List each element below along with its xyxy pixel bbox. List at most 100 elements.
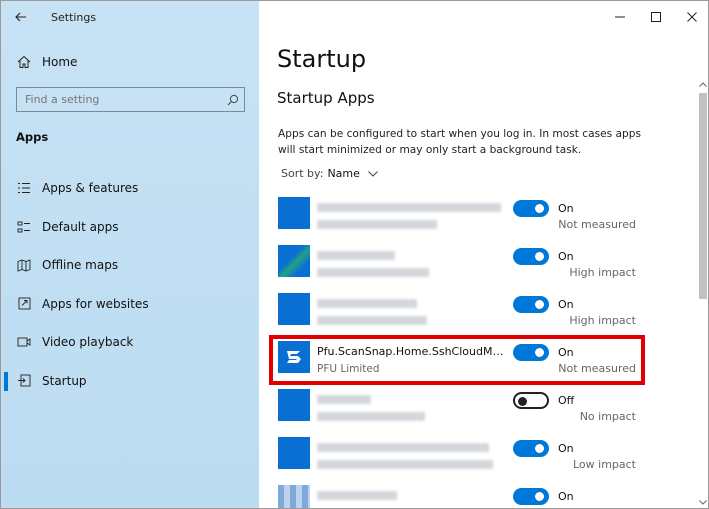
section-title: Startup Apps xyxy=(277,89,375,107)
app-icon xyxy=(278,485,310,508)
window-title: Settings xyxy=(51,10,97,24)
video-icon xyxy=(16,334,32,350)
close-button[interactable] xyxy=(674,1,708,33)
list-item-scansnap: Pfu.ScanSnap.Home.SshCloudMonit... PFU L… xyxy=(259,329,689,377)
sidebar-item-label: Apps for websites xyxy=(42,296,149,311)
sidebar: Settings Home Apps Apps & features xyxy=(1,1,259,508)
window-controls xyxy=(602,1,708,33)
blurred-app-name xyxy=(317,299,417,308)
impact-label: High impact xyxy=(569,314,636,327)
search-box[interactable] xyxy=(16,87,245,112)
toggle-state-label: On xyxy=(558,490,574,503)
blurred-app-name xyxy=(317,395,371,404)
home-icon xyxy=(16,54,32,70)
sidebar-item-label: Apps & features xyxy=(42,181,139,196)
blurred-app-name xyxy=(317,203,501,212)
app-icon xyxy=(278,293,310,325)
list-item: On xyxy=(259,473,689,508)
nav-home-label: Home xyxy=(42,55,78,69)
startup-icon xyxy=(16,373,32,389)
list-icon xyxy=(16,180,32,196)
impact-label: Low impact xyxy=(572,458,636,471)
startup-toggle[interactable] xyxy=(513,200,549,217)
maximize-button[interactable] xyxy=(638,1,674,33)
list-item: On Low impact xyxy=(259,425,689,473)
sidebar-item-label: Video playback xyxy=(42,335,134,350)
impact-label: No impact xyxy=(579,410,636,423)
description-text: Apps can be configured to start when you… xyxy=(278,128,641,156)
toggle-state-label: On xyxy=(558,298,574,311)
back-button[interactable] xyxy=(1,1,41,33)
blurred-app-name xyxy=(317,491,397,500)
scansnap-app-icon xyxy=(278,341,310,373)
blurred-publisher xyxy=(317,460,493,469)
section-heading-apps: Apps xyxy=(16,130,49,144)
scroll-down-button[interactable] xyxy=(696,495,708,508)
blurred-publisher xyxy=(317,316,427,325)
minimize-button[interactable] xyxy=(602,1,638,33)
toggle-state-label: On xyxy=(558,202,574,215)
blurred-app-name xyxy=(317,443,489,452)
search-icon[interactable] xyxy=(222,89,244,111)
toggle-state-label: Off xyxy=(558,394,575,407)
close-icon xyxy=(687,12,697,22)
app-publisher: PFU Limited xyxy=(317,363,380,375)
app-icon xyxy=(278,197,310,229)
sidebar-item-label: Default apps xyxy=(42,219,119,234)
startup-toggle[interactable] xyxy=(513,440,549,457)
startup-toggle[interactable] xyxy=(513,488,549,505)
sidebar-item-apps-features[interactable]: Apps & features xyxy=(1,169,259,208)
nav-home[interactable]: Home xyxy=(1,49,259,75)
website-icon xyxy=(16,296,32,312)
blurred-publisher xyxy=(317,412,425,421)
blurred-publisher xyxy=(317,268,429,277)
chevron-down-icon xyxy=(368,170,378,177)
app-icon xyxy=(278,389,310,421)
scroll-thumb[interactable] xyxy=(699,93,707,299)
app-icon xyxy=(278,437,310,469)
sort-value: Name xyxy=(327,167,360,180)
scroll-up-button[interactable] xyxy=(696,77,708,91)
minimize-icon xyxy=(615,16,625,18)
sort-dropdown[interactable]: Sort by: Name xyxy=(281,167,378,180)
startup-toggle[interactable] xyxy=(513,296,549,313)
chevron-up-icon xyxy=(698,81,707,87)
impact-label: Not measured xyxy=(558,362,636,375)
sort-label: Sort by: xyxy=(281,167,324,180)
sidebar-item-label: Startup xyxy=(42,373,87,388)
search-input[interactable] xyxy=(17,93,222,106)
sidebar-item-default-apps[interactable]: Default apps xyxy=(1,208,259,247)
app-name: Pfu.ScanSnap.Home.SshCloudMonit... xyxy=(317,345,507,358)
sidebar-item-label: Offline maps xyxy=(42,258,119,273)
impact-label: High impact xyxy=(569,266,636,279)
list-item: On Not measured xyxy=(259,185,689,233)
default-apps-icon xyxy=(16,219,32,235)
vertical-scrollbar[interactable] xyxy=(696,77,708,508)
nav-list: Apps & features Default apps Offline map… xyxy=(1,169,259,400)
main-content: Startup Startup Apps Apps can be configu… xyxy=(259,1,708,508)
startup-toggle[interactable] xyxy=(513,392,549,409)
toggle-state-label: On xyxy=(558,442,574,455)
list-item: On High impact xyxy=(259,233,689,281)
back-arrow-icon xyxy=(15,12,26,22)
toggle-state-label: On xyxy=(558,346,574,359)
list-item: On High impact xyxy=(259,281,689,329)
sidebar-item-video-playback[interactable]: Video playback xyxy=(1,323,259,362)
title-bar: Settings xyxy=(1,1,259,33)
startup-toggle[interactable] xyxy=(513,344,549,361)
blurred-publisher xyxy=(317,220,437,229)
list-item: Off No impact xyxy=(259,377,689,425)
app-icon xyxy=(278,245,310,277)
page-title: Startup xyxy=(277,45,367,73)
sidebar-item-startup[interactable]: Startup xyxy=(1,362,259,401)
map-icon xyxy=(16,257,32,273)
maximize-icon xyxy=(651,12,661,22)
sidebar-item-offline-maps[interactable]: Offline maps xyxy=(1,246,259,285)
startup-toggle[interactable] xyxy=(513,248,549,265)
chevron-down-icon xyxy=(698,499,707,505)
sidebar-item-apps-for-websites[interactable]: Apps for websites xyxy=(1,285,259,324)
impact-label: Not measured xyxy=(558,218,636,231)
blurred-app-name xyxy=(317,251,395,260)
toggle-state-label: On xyxy=(558,250,574,263)
settings-window: Settings Home Apps Apps & features xyxy=(0,0,709,509)
